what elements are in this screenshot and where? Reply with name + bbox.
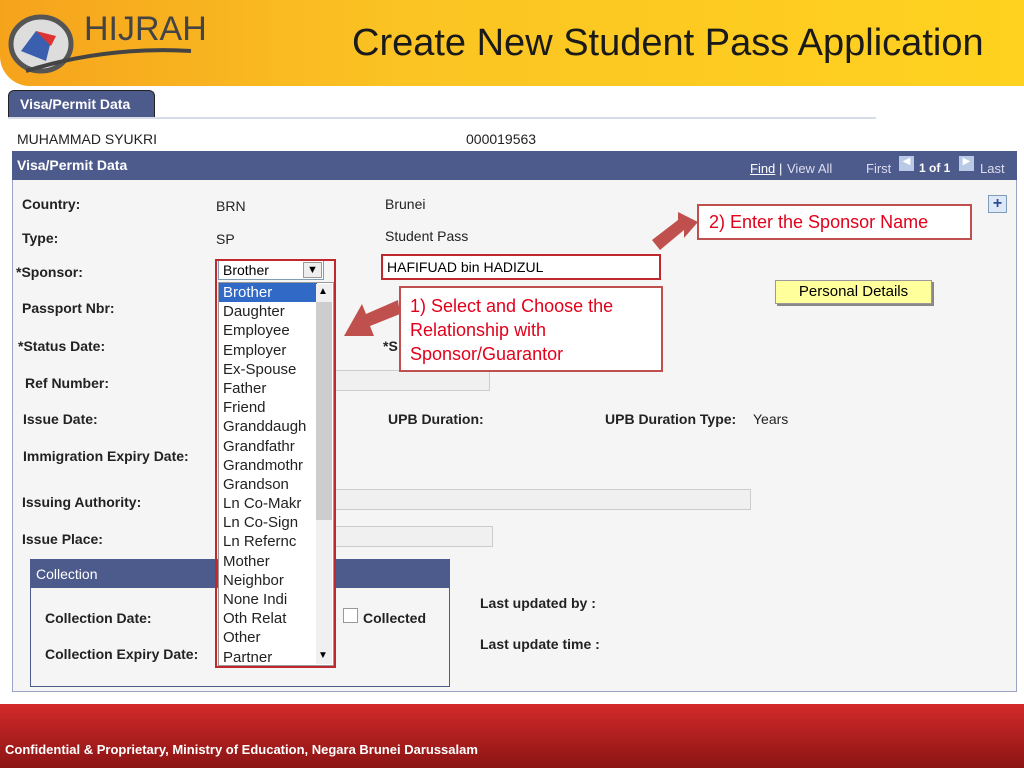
- type-code: SP: [216, 231, 235, 247]
- tab-visa-permit-data[interactable]: Visa/Permit Data: [8, 90, 155, 118]
- student-name: MUHAMMAD SYUKRI: [17, 131, 158, 147]
- passport-label: Passport Nbr:: [22, 300, 115, 316]
- panel-header: Visa/Permit Data Find | View All First ◀…: [12, 151, 1017, 180]
- last-update-time-label: Last update time :: [480, 636, 600, 652]
- dropdown-highlight: [215, 259, 336, 668]
- student-id: 000019563: [466, 131, 537, 147]
- tab-divider: [8, 117, 876, 119]
- issue-place-label: Issue Place:: [22, 531, 103, 547]
- arrow-step2-icon: [652, 212, 698, 250]
- sponsor-label: *Sponsor:: [16, 264, 83, 280]
- immigration-expiry-label: Immigration Expiry Date:: [23, 448, 189, 464]
- hijrah-logo: HIJRAH: [8, 10, 207, 74]
- page-title: Create New Student Pass Application: [352, 22, 984, 64]
- personal-details-button[interactable]: Personal Details: [775, 280, 932, 304]
- plus-icon[interactable]: +: [988, 195, 1007, 213]
- callout-step1: 1) Select and Choose the Relationship wi…: [399, 286, 663, 372]
- collected-checkbox[interactable]: [343, 608, 358, 623]
- first-link[interactable]: First: [866, 161, 891, 176]
- last-link[interactable]: Last: [980, 161, 1005, 176]
- callout-step2: 2) Enter the Sponsor Name: [697, 204, 972, 240]
- sponsor-name-highlight: [381, 254, 661, 280]
- type-name: Student Pass: [385, 228, 469, 244]
- ref-number-label: Ref Number:: [25, 375, 110, 391]
- nav-separator: |: [779, 161, 783, 176]
- country-name: Brunei: [385, 196, 426, 212]
- view-all-link[interactable]: View All: [787, 161, 832, 176]
- type-label: Type:: [22, 230, 59, 246]
- issuing-authority-label: Issuing Authority:: [22, 494, 142, 510]
- collected-label: Collected: [363, 610, 427, 626]
- status-date-label: *Status Date:: [18, 338, 106, 354]
- find-link[interactable]: Find: [750, 161, 775, 176]
- logo-text: HIJRAH: [84, 10, 207, 48]
- upb-duration-label: UPB Duration:: [388, 411, 484, 427]
- footer-text: Confidential & Proprietary, Ministry of …: [5, 742, 478, 757]
- country-code: BRN: [216, 198, 246, 214]
- ref-number-input[interactable]: [330, 370, 490, 391]
- footer-bar: Confidential & Proprietary, Ministry of …: [0, 704, 1024, 768]
- last-updated-by-label: Last updated by :: [480, 595, 596, 611]
- arrow-step1-icon: [344, 300, 400, 336]
- next-arrow-icon[interactable]: ▶: [959, 156, 974, 171]
- collection-expiry-label: Collection Expiry Date:: [45, 646, 199, 662]
- upb-type-value: Years: [753, 411, 789, 427]
- issue-place-input[interactable]: [330, 526, 493, 547]
- upb-type-label: UPB Duration Type:: [605, 411, 737, 427]
- panel-title: Visa/Permit Data: [17, 157, 128, 173]
- issue-date-label: Issue Date:: [23, 411, 98, 427]
- prev-arrow-icon[interactable]: ◀: [899, 156, 914, 171]
- page-indicator: 1 of 1: [919, 161, 951, 175]
- country-label: Country:: [22, 196, 81, 212]
- collection-date-label: Collection Date:: [45, 610, 152, 626]
- issuing-authority-input[interactable]: [330, 489, 751, 510]
